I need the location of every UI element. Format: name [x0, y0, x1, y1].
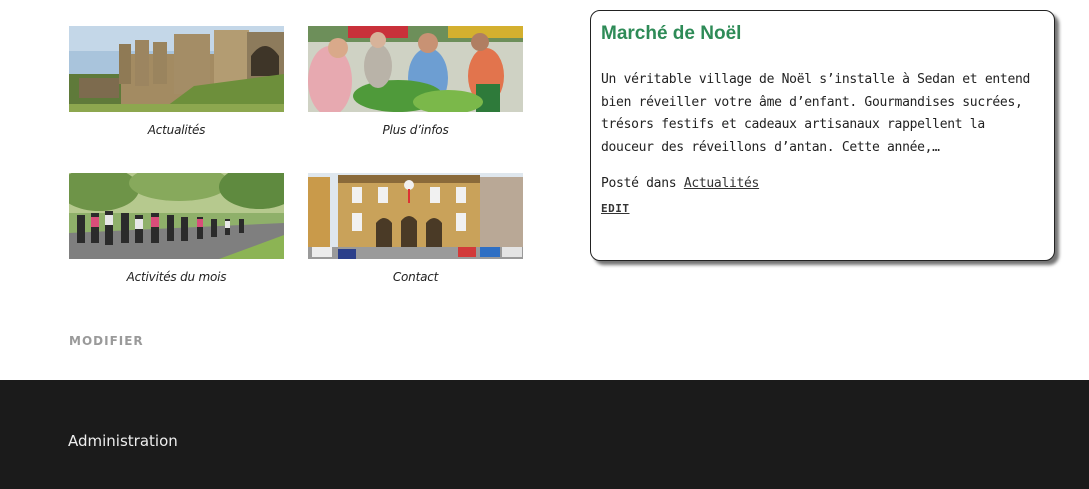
actualites-image-link[interactable]	[69, 26, 284, 112]
edit-link[interactable]: EDIT	[601, 202, 630, 215]
post-card: Marché de Noël Un véritable village de N…	[590, 10, 1055, 261]
castle-fortress-image	[69, 26, 284, 112]
tile-caption: Actualités	[147, 123, 206, 137]
plus-infos-image-link[interactable]	[308, 26, 523, 112]
tile-activites-du-mois: Activités du mois	[69, 173, 284, 284]
marathon-runners-image	[69, 173, 284, 259]
activites-image-link[interactable]	[69, 173, 284, 259]
contact-image-link[interactable]	[308, 173, 523, 259]
tile-actualites: Actualités	[69, 26, 284, 137]
tile-caption: Plus d’infos	[382, 123, 449, 137]
tile-caption: Contact	[392, 270, 439, 284]
tile-caption: Activités du mois	[126, 270, 227, 284]
post-excerpt: Un véritable village de Noël s’installe …	[601, 72, 1031, 155]
modifier-link[interactable]: MODIFIER	[69, 334, 144, 348]
post-meta: Posté dans Actualités	[601, 176, 1044, 191]
site-footer: Administration	[0, 380, 1089, 489]
tile-plus-infos: Plus d’infos	[308, 26, 523, 137]
market-vendors-image	[308, 26, 523, 112]
town-hall-image	[308, 173, 523, 259]
category-link[interactable]: Actualités	[684, 176, 760, 191]
footer-widget-title: Administration	[68, 432, 178, 450]
post-title[interactable]: Marché de Noël	[601, 23, 741, 45]
tile-contact: Contact	[308, 173, 523, 284]
posted-in-label: Posté dans	[601, 176, 677, 191]
